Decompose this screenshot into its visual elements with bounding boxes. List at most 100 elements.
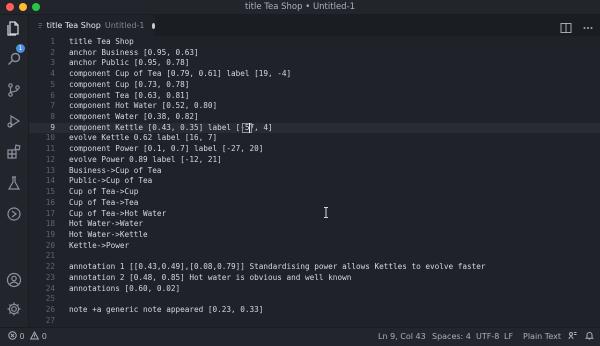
run-debug-icon: [7, 114, 21, 128]
code-line[interactable]: Hot Water->Water: [69, 219, 143, 230]
line-number: 10: [45, 133, 55, 143]
remote-explorer-icon: [7, 207, 21, 221]
search-icon: [8, 52, 21, 65]
code-line[interactable]: component Hot Water [0.52, 0.80]: [69, 101, 217, 112]
line-number: 12: [45, 154, 55, 164]
code-line[interactable]: Kettle->Power: [69, 241, 129, 252]
code-line[interactable]: anchor Business [0.95, 0.63]: [69, 48, 199, 59]
problems-indicator[interactable]: 0 0: [8, 328, 47, 346]
activity-explorer[interactable]: [4, 18, 24, 38]
line-number: 9: [50, 122, 55, 132]
activity-manage[interactable]: [4, 299, 24, 319]
code-line[interactable]: annotation 2 [0.48, 0.85] Hot water is o…: [69, 273, 351, 284]
code-line[interactable]: Cup of Tea->Tea: [69, 198, 138, 209]
line-number: 1: [50, 37, 55, 46]
line-number: 11: [45, 144, 55, 154]
feedback-icon: [568, 332, 577, 340]
bell-icon: [584, 332, 595, 340]
tab-untitled-1[interactable]: title Tea Shop Untitled-1: [29, 15, 155, 36]
line-number: 22: [45, 262, 55, 272]
line-number: 6: [50, 90, 55, 100]
warning-icon: [30, 330, 40, 340]
line-number: 25: [45, 294, 55, 304]
line-number: 3: [50, 58, 55, 68]
unsaved-dot-icon[interactable]: [151, 22, 155, 29]
status-bar: 0 0 Ln 9, Col 43 Spaces: 4 UTF-8 LF Plai…: [0, 327, 600, 346]
editor-area[interactable]: 1 2 3 4 5 6 7 8 9 10 11 12 13 14 15 16 17 18 19 20 21 22 23 24 2…: [29, 36, 600, 327]
code-line[interactable]: Cup of Tea->Cup: [69, 187, 138, 198]
code-line[interactable]: Business->Cup of Tea: [69, 166, 162, 177]
line-number: 8: [50, 112, 55, 122]
source-control-icon: [8, 83, 20, 97]
line-number: 24: [45, 283, 55, 293]
window-title: title Tea Shop • Untitled-1: [244, 2, 356, 12]
testing-icon: [7, 176, 21, 190]
line-number: 20: [45, 240, 55, 250]
cursor-position[interactable]: Ln 9, Col 43: [378, 328, 426, 346]
line-number: 16: [45, 197, 55, 207]
line-number: 18: [45, 219, 55, 229]
title-bar: title Tea Shop • Untitled-1: [0, 0, 600, 15]
activity-extensions[interactable]: [4, 142, 24, 162]
encoding-setting[interactable]: UTF-8: [476, 328, 499, 346]
code-line[interactable]: component Power [0.1, 0.7] label [-27, 2…: [69, 144, 263, 155]
line-number: 14: [45, 176, 55, 186]
code-line[interactable]: Cup of Tea->Hot Water: [69, 209, 166, 220]
code-line[interactable]: evolve Power 0.89 label [-12, 21]: [69, 155, 222, 166]
line-number: 7: [50, 101, 55, 111]
line-number: 4: [50, 69, 55, 79]
plain-text-file-icon: [38, 23, 43, 28]
code-line[interactable]: annotations [0.60, 0.02]: [69, 284, 180, 295]
activity-run-debug[interactable]: [4, 111, 24, 131]
language-mode[interactable]: Plain Text: [523, 328, 561, 346]
extensions-icon: [7, 144, 21, 159]
code-line[interactable]: Public->Cup of Tea: [69, 176, 152, 187]
activity-remote-explorer[interactable]: [4, 204, 24, 224]
code-line[interactable]: title Tea Shop: [69, 37, 134, 48]
bracket-match-highlight: [242, 123, 252, 134]
text-cursor: [249, 122, 250, 134]
split-editor-icon: [560, 23, 572, 33]
line-number: 26: [45, 305, 55, 314]
feedback-button[interactable]: [568, 328, 577, 346]
account-icon: [6, 272, 22, 288]
line-number: 19: [45, 229, 55, 239]
error-count: 0: [19, 332, 25, 341]
code-line[interactable]: annotation 1 [[0.43,0.49],[0.08,0.79]] S…: [69, 262, 486, 273]
code-line[interactable]: note +a generic note appeared [0.23, 0.3…: [69, 305, 263, 316]
activity-bar: 1: [0, 15, 29, 327]
warning-count: 0: [41, 332, 47, 341]
activity-accounts[interactable]: [4, 270, 24, 290]
code-line[interactable]: Hot Water->Kettle: [69, 230, 148, 241]
settings-gear-icon: [7, 302, 21, 316]
notifications-button[interactable]: [584, 328, 595, 346]
code-line[interactable]: component Water [0.38, 0.82]: [69, 112, 199, 123]
activity-testing[interactable]: [4, 173, 24, 193]
line-number: 23: [45, 272, 55, 282]
eol-setting[interactable]: LF: [504, 328, 513, 346]
indentation-setting[interactable]: Spaces: 4: [432, 328, 471, 346]
activity-source-control[interactable]: [4, 80, 24, 100]
code-line[interactable]: component Cup of Tea [0.79, 0.61] label …: [69, 69, 291, 80]
line-number: 15: [45, 187, 55, 197]
tab-subtitle: Untitled-1: [104, 21, 145, 30]
error-icon: [8, 331, 17, 340]
code-line[interactable]: evolve Kettle 0.62 label [16, 7]: [69, 133, 217, 144]
files-icon: [7, 21, 19, 36]
line-number: 13: [45, 165, 55, 175]
tab-bar: title Tea Shop Untitled-1: [29, 15, 600, 36]
code-line[interactable]: component Tea [0.63, 0.81]: [69, 91, 189, 102]
code-line[interactable]: component Cup [0.73, 0.78]: [69, 80, 189, 91]
ibeam-cursor-icon: [324, 207, 328, 218]
tab-title: title Tea Shop: [46, 21, 101, 30]
line-number: 5: [50, 79, 55, 89]
ellipsis-icon: [583, 27, 593, 29]
activity-search[interactable]: [4, 49, 24, 69]
more-actions-button[interactable]: [582, 19, 594, 31]
line-number: 17: [45, 208, 55, 218]
line-number: 21: [45, 251, 55, 261]
line-number: 2: [50, 47, 55, 57]
split-editor-button[interactable]: [560, 19, 572, 33]
code-line[interactable]: anchor Public [0.95, 0.78]: [69, 58, 189, 69]
line-number: 27: [45, 315, 55, 325]
